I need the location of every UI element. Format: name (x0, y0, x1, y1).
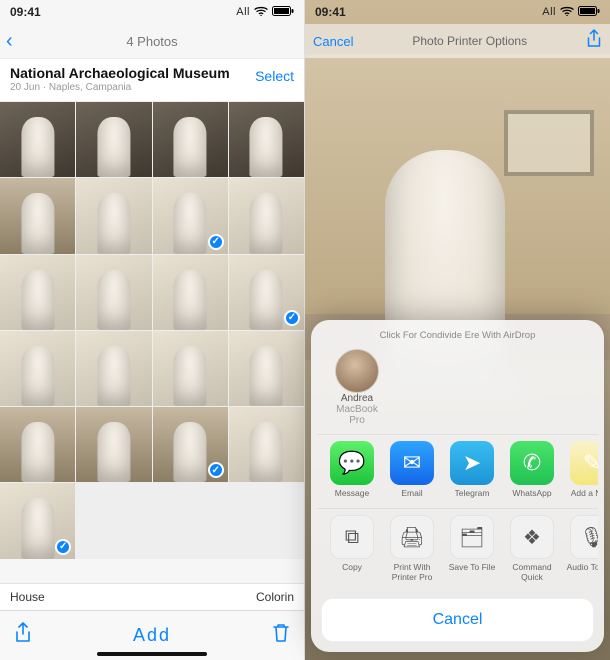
airdrop-name: Andrea (341, 393, 373, 404)
share-actions-row[interactable]: ⧉ Copy 🖨 Print With Printer Pro 🗂 Save To Fil… (317, 508, 598, 592)
addnote-icon: ✎ (570, 441, 598, 485)
selection-check-icon: ✓ (284, 310, 300, 326)
share-app-whatsapp[interactable]: ✆ WhatsApp (505, 441, 559, 498)
battery-icon (578, 5, 600, 19)
share-app-telegram[interactable]: ➤ Telegram (445, 441, 499, 498)
photo-thumb[interactable] (153, 255, 228, 330)
share-action-label: Save To File (449, 563, 496, 572)
share-action-savefile[interactable]: 🗂 Save To File (445, 515, 499, 582)
share-icon[interactable] (586, 29, 602, 54)
share-action-command[interactable]: ❖ Command Quick (505, 515, 559, 582)
bottom-labels: House Colorin (0, 583, 304, 610)
share-action-copy[interactable]: ⧉ Copy (325, 515, 379, 582)
share-action-audiotext[interactable]: 🎙 Audio To Text (565, 515, 598, 582)
bottom-left-label: House (10, 590, 45, 604)
photo-thumb[interactable]: ✓ (229, 255, 304, 330)
photo-thumb[interactable] (153, 331, 228, 406)
selection-check-icon: ✓ (208, 462, 224, 478)
photo-thumb[interactable]: ✓ (153, 407, 228, 482)
share-app-label: WhatsApp (512, 489, 551, 498)
airdrop-row: Andrea MacBook Pro (317, 347, 598, 434)
photo-thumb[interactable]: ✓ (153, 178, 228, 253)
share-action-label: Print With Printer Pro (385, 563, 439, 582)
photo-thumb[interactable] (229, 407, 304, 482)
nav-title: 4 Photos (126, 34, 177, 49)
photo-thumb[interactable] (153, 102, 228, 177)
message-icon: 💬 (330, 441, 374, 485)
photo-thumb[interactable] (0, 255, 75, 330)
nav-title: Photo Printer Options (357, 34, 582, 48)
bottom-toolbar: Add (0, 610, 304, 660)
nav-bar: ‹ 4 Photos (0, 24, 304, 58)
airdrop-target[interactable]: Andrea MacBook Pro (327, 349, 387, 426)
whatsapp-icon: ✆ (510, 441, 554, 485)
trash-icon[interactable] (272, 623, 290, 649)
nav-bar: Cancel Photo Printer Options (305, 24, 610, 58)
wifi-icon (254, 5, 268, 19)
photo-thumb[interactable] (0, 102, 75, 177)
share-sheet: Click For Condivide Ere With AirDrop And… (311, 320, 604, 652)
email-icon: ✉ (390, 441, 434, 485)
telegram-icon: ➤ (450, 441, 494, 485)
share-app-message[interactable]: 💬 Message (325, 441, 379, 498)
photo-grid: ✓ ✓ ✓ ✓ (0, 102, 304, 559)
share-app-label: Email (401, 489, 422, 498)
photo-thumb[interactable]: ✓ (0, 483, 75, 558)
photo-thumb[interactable] (76, 255, 151, 330)
select-button[interactable]: Select (255, 68, 294, 84)
share-app-label: Add a Note (571, 489, 598, 498)
photo-thumb[interactable] (229, 178, 304, 253)
command-icon: ❖ (510, 515, 554, 559)
photo-thumb[interactable] (76, 102, 151, 177)
back-chevron-icon[interactable]: ‹ (6, 30, 13, 53)
status-time: 09:41 (315, 5, 346, 19)
share-action-label: Copy (342, 563, 362, 572)
cancel-button[interactable]: Cancel (321, 598, 594, 642)
status-time: 09:41 (10, 5, 41, 19)
photo-thumb[interactable] (76, 178, 151, 253)
share-sheet-pane: 09:41 All Cancel Photo Printer Options C… (305, 0, 610, 660)
share-action-print[interactable]: 🖨 Print With Printer Pro (385, 515, 439, 582)
share-app-label: Message (335, 489, 370, 498)
airdrop-device: MacBook Pro (327, 404, 387, 426)
wifi-icon (560, 5, 574, 19)
status-bar: 09:41 All (0, 0, 304, 24)
photo-thumb[interactable] (229, 331, 304, 406)
add-to-button[interactable]: Add (133, 625, 171, 646)
status-carrier: All (236, 6, 250, 18)
audiotext-icon: 🎙 (570, 515, 598, 559)
nav-cancel-button[interactable]: Cancel (313, 34, 353, 49)
photo-thumb[interactable] (76, 331, 151, 406)
print-icon: 🖨 (390, 515, 434, 559)
share-action-label: Audio To Text (567, 563, 598, 572)
album-title: National Archaeological Museum (10, 65, 255, 81)
share-icon[interactable] (14, 622, 32, 650)
photo-thumb[interactable] (0, 407, 75, 482)
selection-check-icon: ✓ (208, 234, 224, 250)
selection-check-icon: ✓ (55, 539, 71, 555)
bottom-right-label: Colorin (256, 590, 294, 604)
photo-thumb[interactable] (0, 178, 75, 253)
album-subtitle: 20 Jun · Naples, Campania (10, 82, 255, 93)
photo-thumb[interactable] (0, 331, 75, 406)
share-app-label: Telegram (455, 489, 490, 498)
share-apps-row[interactable]: 💬 Message ✉ Email ➤ Telegram ✆ WhatsApp ✎ Add a N… (317, 434, 598, 508)
battery-icon (272, 5, 294, 19)
copy-icon: ⧉ (330, 515, 374, 559)
status-bar: 09:41 All (305, 0, 610, 24)
photo-thumb[interactable] (229, 102, 304, 177)
share-app-email[interactable]: ✉ Email (385, 441, 439, 498)
savefile-icon: 🗂 (450, 515, 494, 559)
home-indicator (97, 652, 207, 656)
photo-thumb[interactable] (76, 407, 151, 482)
avatar (335, 349, 379, 393)
share-action-label: Command Quick (505, 563, 559, 582)
sheet-header-text: Click For Condivide Ere With AirDrop (317, 328, 598, 347)
status-carrier: All (542, 6, 556, 18)
album-header: National Archaeological Museum 20 Jun · … (0, 58, 304, 102)
photos-selection-pane: 09:41 All ‹ 4 Photos National Archaeolog… (0, 0, 305, 660)
share-app-addnote[interactable]: ✎ Add a Note (565, 441, 598, 498)
